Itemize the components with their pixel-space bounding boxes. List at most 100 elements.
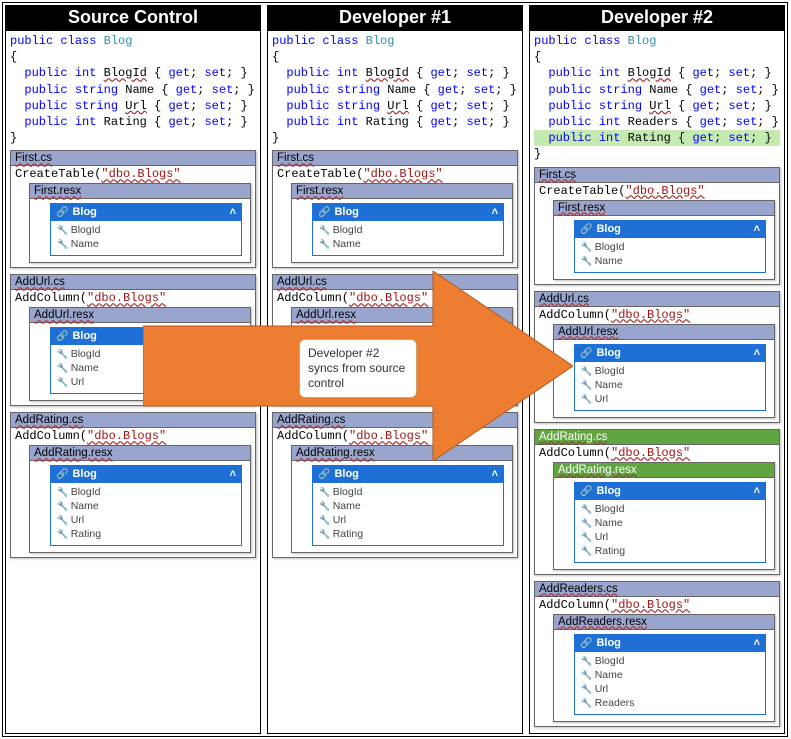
designer-title: Blog [72, 330, 96, 342]
file-addurl-cs: AddUrl.cs AddColumn("dbo.Blogs" AddUrl.r… [10, 274, 256, 406]
code-line: AddColumn("dbo.Blogs" [535, 445, 779, 461]
designer-panel: Blog ˄ BlogId Name [574, 220, 766, 273]
designer-row: Rating [317, 527, 499, 541]
chevron-up-icon: ˄ [492, 206, 498, 218]
chevron-up-icon: ˄ [754, 485, 760, 497]
file-title: AddReaders.cs [535, 582, 779, 597]
file-title: First.cs [535, 168, 779, 183]
chevron-up-icon: ˄ [230, 206, 236, 218]
code-line: AddColumn("dbo.Blogs" [535, 307, 779, 323]
file-first-cs: First.cs CreateTable("dbo.Blogs" First.r… [10, 150, 256, 268]
code-block: public class Blog { public int BlogId { … [530, 31, 784, 165]
code-line: AddColumn("dbo.Blogs" [11, 428, 255, 444]
designer-panel: Blog ˄ BlogId Name [50, 203, 242, 256]
file-addrating-resx: AddRating.resx Blog˄ BlogId Name Url Rat… [29, 445, 251, 553]
designer-row: Readers [579, 696, 761, 710]
chevron-up-icon: ˄ [230, 468, 236, 480]
designer-row: Rating [579, 544, 761, 558]
designer-row: BlogId [579, 240, 761, 254]
designer-header: Blog ˄ [574, 634, 766, 652]
designer-row: Name [55, 499, 237, 513]
file-addreaders-resx: AddReaders.resx Blog˄ BlogId Name Url Re… [553, 614, 775, 722]
code-line: CreateTable("dbo.Blogs" [11, 166, 255, 182]
file-addrating-resx: AddRating.resx Blog˄ BlogId Name Url Rat… [291, 445, 513, 553]
file-title: First.resx [30, 184, 250, 199]
designer-header: Blog ˄ [574, 482, 766, 500]
designer-row: Name [55, 237, 237, 251]
link-icon [318, 468, 334, 480]
chevron-up-icon: ˄ [754, 223, 760, 235]
designer-row: Url [579, 530, 761, 544]
designer-row: BlogId [55, 223, 237, 237]
designer-row: BlogId [317, 485, 499, 499]
designer-row: BlogId [579, 502, 761, 516]
file-first-resx: First.resx Blog˄ BlogId Name [553, 200, 775, 280]
file-addurl-resx: AddUrl.resx Blog˄ BlogId Name Url [29, 307, 251, 401]
chevron-up-icon: ˄ [754, 637, 760, 649]
link-icon [580, 637, 596, 649]
designer-header: Blog ˄ [50, 327, 242, 345]
designer-row: Name [579, 378, 761, 392]
link-icon [318, 206, 334, 218]
file-title: AddRating.resx [30, 446, 250, 461]
designer-panel: Blog˄ BlogId Name Url [50, 327, 242, 394]
code-block: public class Blog { public int BlogId { … [6, 31, 260, 148]
designer-header: Blog˄ [50, 465, 242, 483]
designer-panel: Blog˄ BlogId Name Url [574, 344, 766, 411]
column-header: Developer #1 [268, 6, 522, 31]
designer-row: Url [579, 682, 761, 696]
file-title: First.cs [11, 151, 255, 166]
link-icon [580, 223, 596, 235]
code-line: AddColumn("dbo.Blogs" [273, 428, 517, 444]
file-first-resx: First.resx Blog˄ BlogId Name [291, 183, 513, 263]
file-title: AddUrl.resx [554, 325, 774, 340]
designer-panel: Blog˄ BlogId Name Url Rating [312, 465, 504, 546]
link-icon [56, 206, 72, 218]
designer-row: Url [317, 513, 499, 527]
designer-title: Blog [596, 223, 620, 235]
column-developer-2: Developer #2 public class Blog { public … [529, 5, 785, 734]
designer-row: BlogId [55, 485, 237, 499]
designer-row: BlogId [55, 347, 237, 361]
designer-row: Name [579, 254, 761, 268]
file-title: AddUrl.resx [292, 308, 512, 323]
file-title: First.cs [273, 151, 517, 166]
file-title: AddReaders.resx [554, 615, 774, 630]
designer-panel: Blog˄ BlogId Name Url Readers [574, 634, 766, 715]
link-icon [56, 330, 72, 342]
file-addrating-cs: AddRating.cs AddColumn("dbo.Blogs" AddRa… [10, 412, 256, 558]
designer-header: Blog ˄ [50, 203, 242, 221]
file-addurl-resx: AddUrl.resx Blog˄ BlogId Name Url [553, 324, 775, 418]
designer-title: Blog [596, 485, 620, 497]
column-header: Source Control [6, 6, 260, 31]
code-line: AddColumn("dbo.Blogs" [273, 290, 517, 306]
callout-sync: Developer #2 syncs from source control [299, 339, 417, 398]
file-title: AddUrl.cs [11, 275, 255, 290]
file-title: AddRating.cs [273, 413, 517, 428]
file-title: AddRating.resx [554, 463, 774, 478]
designer-header: Blog˄ [312, 465, 504, 483]
designer-title: Blog [334, 206, 358, 218]
file-title: AddUrl.cs [535, 292, 779, 307]
diagram-root: Source Control public class Blog { publi… [2, 2, 788, 737]
file-addreaders-cs: AddReaders.cs AddColumn("dbo.Blogs" AddR… [534, 581, 780, 727]
chevron-up-icon: ˄ [230, 330, 236, 342]
file-first-resx: First.resx Blog ˄ BlogId Name [29, 183, 251, 263]
designer-header: Blog ˄ [312, 203, 504, 221]
link-icon [580, 485, 596, 497]
designer-title: Blog [596, 637, 620, 649]
designer-row: Name [317, 499, 499, 513]
file-addurl-cs: AddUrl.cs AddColumn("dbo.Blogs" AddUrl.r… [534, 291, 780, 423]
designer-row: Rating [55, 527, 237, 541]
chevron-up-icon: ˄ [492, 330, 498, 342]
file-addrating-resx: AddRating.resx Blog˄ BlogId Name Url Rat… [553, 462, 775, 570]
file-first-cs: First.cs CreateTable("dbo.Blogs" First.r… [272, 150, 518, 268]
chevron-up-icon: ˄ [492, 468, 498, 480]
file-title: AddUrl.resx [30, 308, 250, 323]
designer-title: Blog [72, 206, 96, 218]
code-line: CreateTable("dbo.Blogs" [535, 183, 779, 199]
link-icon [580, 347, 596, 359]
designer-row: Url [579, 392, 761, 406]
file-title: AddRating.cs [11, 413, 255, 428]
file-title: AddRating.resx [292, 446, 512, 461]
